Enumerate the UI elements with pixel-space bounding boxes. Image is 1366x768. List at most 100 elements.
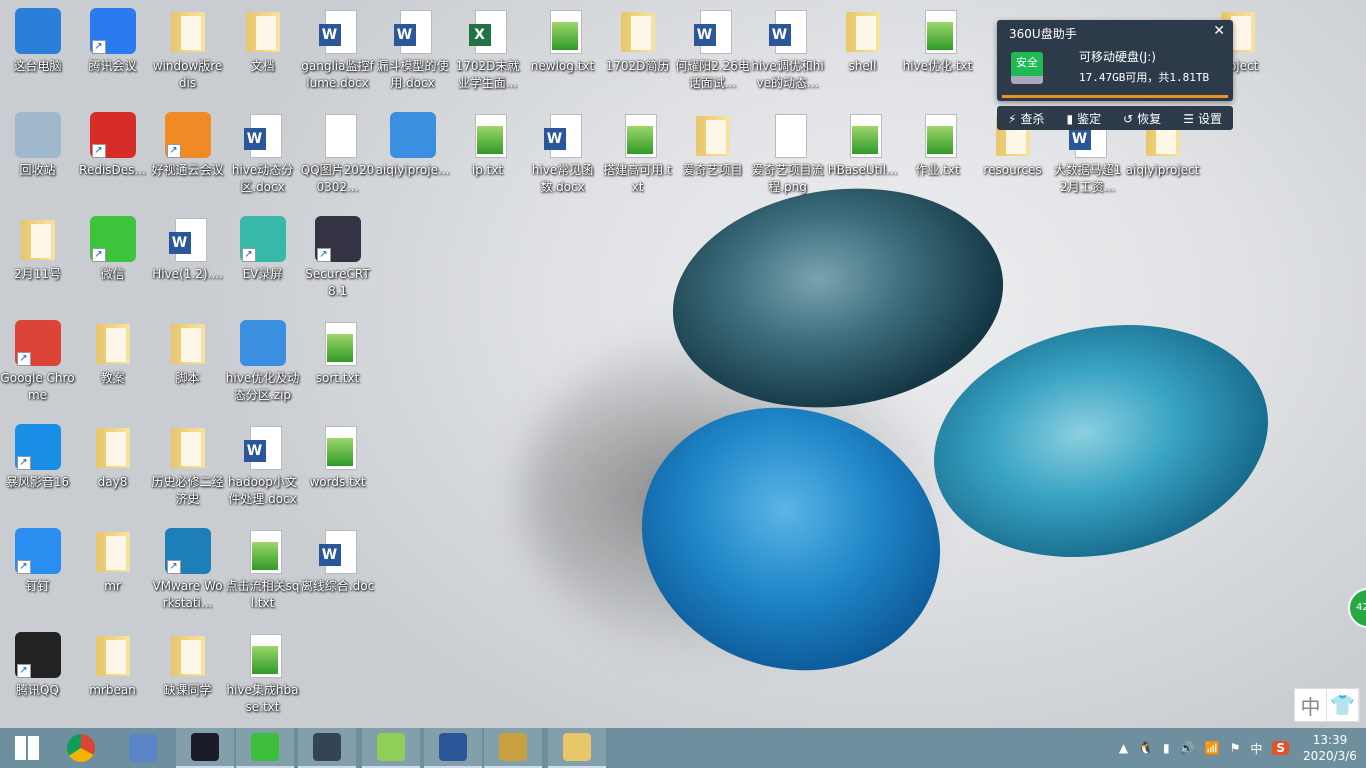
desktop-icon[interactable]: ↗ Google Chrome bbox=[0, 320, 75, 404]
desktop-icon[interactable]: 搭建高可用.txt bbox=[600, 112, 675, 196]
skin-icon[interactable]: 👕 bbox=[1327, 689, 1359, 721]
desktop-icon[interactable]: QQ图片20200302... bbox=[300, 112, 375, 196]
toolbar-lightning-button[interactable]: ⚡ 查杀 bbox=[1008, 110, 1044, 127]
battery-icon[interactable]: ▮ bbox=[1163, 741, 1170, 755]
desktop-icon[interactable]: hive调优和hive的动态... bbox=[750, 8, 825, 92]
txt-icon bbox=[540, 8, 586, 54]
desktop-icon[interactable]: hive动态分区.docx bbox=[225, 112, 300, 196]
desktop-icon[interactable]: 文档 bbox=[225, 8, 300, 75]
settings-icon: ☰ bbox=[1183, 111, 1194, 126]
desktop-icon-label: 2月11号 bbox=[14, 267, 61, 281]
desktop-icon[interactable]: 缺课同学 bbox=[150, 632, 225, 699]
desktop-icon[interactable]: ↗ 钉钉 bbox=[0, 528, 75, 595]
desktop-icon[interactable]: mr bbox=[75, 528, 150, 595]
desktop-icon-label: 爱奇艺项目流程.png bbox=[751, 163, 824, 194]
floating-widget[interactable]: 42 bbox=[1348, 588, 1366, 628]
desktop-icon[interactable]: aiqiyiproje... bbox=[375, 112, 450, 179]
desktop-icon-label: 暴风影音16 bbox=[5, 475, 70, 489]
desktop-icon[interactable]: ganglia监控flume.docx bbox=[300, 8, 375, 92]
taskbar-dolphin-button[interactable] bbox=[116, 728, 170, 768]
qq-tray-icon[interactable]: 🐧 bbox=[1138, 741, 1153, 755]
volume-icon[interactable]: 🔊 bbox=[1180, 741, 1195, 755]
desktop-icon[interactable]: ↗ EV录屏 bbox=[225, 216, 300, 283]
desktop-icon[interactable]: ↗ 好视通云会议 bbox=[150, 112, 225, 179]
desktop-icon[interactable]: window版redis bbox=[150, 8, 225, 92]
desktop-icon[interactable]: 1702D末就业学生面... bbox=[450, 8, 525, 92]
desktop-icon[interactable]: hadoop小文件处理.docx bbox=[225, 424, 300, 508]
desktop-icon[interactable]: 历史必修二经济史 bbox=[150, 424, 225, 508]
network-signal-icon[interactable]: 📶 bbox=[1205, 741, 1220, 755]
folder-icon bbox=[90, 528, 136, 574]
desktop-icon[interactable]: 脚本 bbox=[150, 320, 225, 387]
taskbar-start-button[interactable] bbox=[0, 728, 54, 768]
shortcut-arrow-icon: ↗ bbox=[316, 248, 331, 262]
desktop-icon[interactable]: ↗ SecureCRT 8.1 bbox=[300, 216, 375, 300]
desktop-icon-label: newlog.txt bbox=[530, 59, 595, 73]
desktop-icon[interactable]: 回收站 bbox=[0, 112, 75, 179]
desktop-icon[interactable]: ↗ 腾讯会议 bbox=[75, 8, 150, 75]
desktop-icon[interactable]: 爱奇艺项目流程.png bbox=[750, 112, 825, 196]
desktop-icon[interactable]: mrbean bbox=[75, 632, 150, 699]
desktop-icon[interactable]: newlog.txt bbox=[525, 8, 600, 75]
folder-icon bbox=[15, 216, 61, 262]
desktop-icon[interactable]: HBaseUtil... bbox=[825, 112, 900, 179]
desktop-icon[interactable]: 点击流相关sql.txt bbox=[225, 528, 300, 612]
desktop-icon[interactable]: hive优化.txt bbox=[900, 8, 975, 75]
ime-language-button[interactable]: 中 bbox=[1295, 689, 1327, 721]
desktop-icon[interactable]: 这台电脑 bbox=[0, 8, 75, 75]
ime-indicator[interactable]: 中 bbox=[1250, 740, 1262, 757]
desktop-icon[interactable]: 离线综合.doc bbox=[300, 528, 375, 595]
desktop-icon[interactable]: words.txt bbox=[300, 424, 375, 491]
desktop-icon-label: hive常见函数.docx bbox=[531, 163, 594, 194]
date: 2020/3/6 bbox=[1303, 749, 1357, 763]
desktop-icon[interactable]: sort.txt bbox=[300, 320, 375, 387]
desktop-icon[interactable]: 爱奇艺项目 bbox=[675, 112, 750, 179]
usb-helper-popup: 360U盘助手 ✕ 安全 可移动硬盘(J:) 17.47GB可用，共1.81TB bbox=[997, 20, 1233, 101]
desktop-icon[interactable]: ip.txt bbox=[450, 112, 525, 179]
desktop-icon[interactable]: 漏斗模型的使用.docx bbox=[375, 8, 450, 92]
desktop-icon-label: hive优化及动态分区.zip bbox=[225, 371, 300, 402]
show-hidden-icons-chevron-icon[interactable]: ▲ bbox=[1119, 741, 1128, 755]
toolbar-label: 查杀 bbox=[1020, 111, 1045, 126]
word-icon bbox=[315, 528, 361, 574]
toolbar-usb-button[interactable]: ▮ 鉴定 bbox=[1066, 110, 1101, 127]
desktop-icon[interactable]: shell bbox=[825, 8, 900, 75]
taskbar-securecrt-button[interactable] bbox=[298, 728, 356, 768]
desktop-icon[interactable]: ↗ VMware Workstati... bbox=[150, 528, 225, 612]
desktop-icon-label: 漏斗模型的使用.docx bbox=[376, 59, 449, 90]
taskbar-image-viewer-button[interactable] bbox=[484, 728, 542, 768]
desktop-icon[interactable]: 2月11号 bbox=[0, 216, 75, 283]
desktop-icon[interactable]: hive优化及动态分区.zip bbox=[225, 320, 300, 404]
toolbar-settings-button[interactable]: ☰ 设置 bbox=[1183, 110, 1222, 127]
txt-icon bbox=[915, 112, 961, 158]
desktop-icon[interactable]: hive集成hbase.txt bbox=[225, 632, 300, 716]
desktop-icon-label: VMware Workstati... bbox=[152, 579, 223, 610]
desktop-icon[interactable]: day8 bbox=[75, 424, 150, 491]
taskbar-chrome-button[interactable] bbox=[54, 728, 108, 768]
toolbar-restore-button[interactable]: ↺ 恢复 bbox=[1123, 110, 1161, 127]
taskbar-file-explorer-button[interactable] bbox=[548, 728, 606, 768]
desktop-icon[interactable]: 1702D简历 bbox=[600, 8, 675, 75]
taskbar-notepad-plus-plus-button[interactable] bbox=[362, 728, 420, 768]
desktop-icon[interactable]: ↗ 腾讯QQ bbox=[0, 632, 75, 699]
desktop-icon[interactable]: Hive(1.2).... bbox=[150, 216, 225, 283]
desktop-icon[interactable]: 何耀阳2.26电话面试... bbox=[675, 8, 750, 92]
action-center-flag-icon[interactable]: ⚑ bbox=[1230, 741, 1241, 755]
desktop-icon[interactable]: 教案 bbox=[75, 320, 150, 387]
desktop-icon[interactable]: 作业.txt bbox=[900, 112, 975, 179]
taskbar-360-browser-button[interactable] bbox=[236, 728, 294, 768]
taskbar-intellij-button[interactable] bbox=[176, 728, 234, 768]
desktop-icon[interactable]: ↗ RedisDes... bbox=[75, 112, 150, 179]
close-icon[interactable]: ✕ bbox=[1213, 23, 1225, 39]
360-browser-icon bbox=[251, 733, 279, 761]
desktop-icon[interactable]: hive常见函数.docx bbox=[525, 112, 600, 196]
desktop-icon-label: 脚本 bbox=[175, 371, 200, 385]
usb-helper-toolbar: ⚡ 查杀 ▮ 鉴定 ↺ 恢复 ☰ 设置 bbox=[997, 106, 1233, 130]
shortcut-arrow-icon: ↗ bbox=[16, 560, 31, 574]
clock[interactable]: 13:39 2020/3/6 bbox=[1294, 732, 1366, 764]
desktop-icon[interactable]: ↗ 微信 bbox=[75, 216, 150, 283]
sogou-icon[interactable]: S bbox=[1272, 741, 1289, 755]
taskbar-word-button[interactable] bbox=[424, 728, 482, 768]
folder-icon bbox=[165, 632, 211, 678]
desktop-icon[interactable]: ↗ 暴风影音16 bbox=[0, 424, 75, 491]
